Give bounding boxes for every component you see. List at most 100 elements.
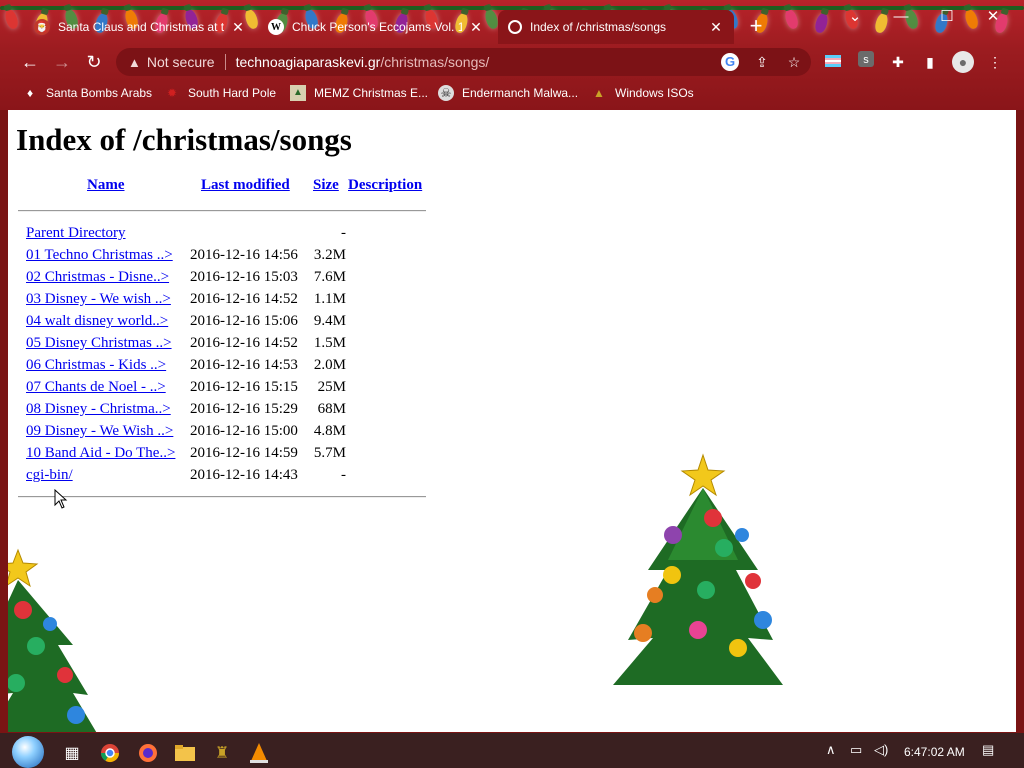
file-modified: 2016-12-16 14:43 — [190, 467, 298, 483]
side-panel-icon[interactable]: ▮ — [919, 51, 941, 73]
flag-icon — [825, 55, 841, 67]
parent-directory-link[interactable]: Parent Directory — [26, 225, 126, 242]
light-bulb-icon — [783, 7, 800, 31]
security-label[interactable]: Not secure — [147, 54, 215, 70]
browser-chrome: 🎅 Santa Claus and Christmas at the ✕ W C… — [0, 0, 1024, 110]
close-window-button[interactable]: ✕ — [970, 6, 1016, 28]
bookmark-santa-bombs-arabs[interactable]: ♦ Santa Bombs Arabs — [22, 84, 152, 102]
tab-search-chevron-icon[interactable]: ⌄ — [832, 6, 878, 28]
volume-icon[interactable]: ◁) — [874, 742, 888, 758]
bookmark-star-icon[interactable]: ☆ — [783, 51, 805, 73]
file-link[interactable]: 08 Disney - Christma..> — [26, 401, 171, 418]
file-size: 4.8M — [313, 423, 346, 439]
column-header-last-modified[interactable]: Last modified — [201, 177, 290, 194]
file-link[interactable]: 04 walt disney world..> — [26, 313, 168, 330]
christmas-tree-decoration-icon — [8, 548, 97, 732]
file-size: 9.4M — [313, 313, 346, 329]
network-icon[interactable]: ▭ — [850, 742, 862, 758]
column-header-name[interactable]: Name — [87, 177, 125, 194]
tab-close-icon[interactable]: ✕ — [708, 19, 724, 35]
address-bar[interactable]: ▲ Not secure technoagiaparaskevi.gr /chr… — [116, 48, 811, 76]
file-size: 1.1M — [313, 291, 346, 307]
file-link[interactable]: 02 Christmas - Disne..> — [26, 269, 169, 286]
firefox-icon[interactable] — [136, 741, 160, 765]
notification-icon[interactable]: ▤ — [982, 742, 994, 758]
tab-eccojams[interactable]: W Chuck Person's Eccojams Vol. 1 - ✕ — [258, 10, 494, 44]
minimize-button[interactable]: — — [878, 6, 924, 28]
bookmark-south-hard-pole[interactable]: ✹ South Hard Pole — [164, 84, 276, 102]
bookmark-memz-christmas[interactable]: ▲ MEMZ Christmas E... — [290, 84, 428, 102]
bookmark-label: South Hard Pole — [188, 86, 277, 100]
file-size: - — [341, 467, 346, 483]
system-clock[interactable]: 6:47:02 AM — [904, 745, 965, 759]
memz-icon: ▲ — [290, 85, 306, 101]
menu-icon[interactable]: ⋮ — [984, 51, 1006, 73]
game-icon[interactable]: ♜ — [210, 741, 234, 765]
vlc-icon[interactable] — [247, 741, 271, 765]
file-modified: 2016-12-16 15:15 — [190, 379, 298, 395]
file-link[interactable]: 10 Band Aid - Do The..> — [26, 445, 175, 462]
task-view-icon[interactable]: ▦ — [60, 741, 84, 765]
back-arrow-icon[interactable]: ← — [18, 50, 42, 74]
folder-icon — [175, 745, 195, 761]
share-icon[interactable]: ⇪ — [751, 51, 773, 73]
extension-s-icon[interactable]: s — [855, 51, 877, 73]
splat-icon: ✹ — [166, 86, 178, 100]
column-header-size[interactable]: Size — [313, 177, 339, 194]
url-path[interactable]: /christmas/songs/ — [380, 54, 489, 70]
file-link[interactable]: 07 Chants de Noel - ..> — [26, 379, 166, 396]
vlc-cone-icon — [250, 743, 268, 763]
file-modified: 2016-12-16 14:56 — [190, 247, 298, 263]
file-link[interactable]: 05 Disney Christmas ..> — [26, 335, 172, 352]
address-divider — [224, 54, 226, 70]
reload-icon[interactable]: ↻ — [82, 50, 106, 74]
windows-start-icon[interactable] — [12, 736, 44, 768]
tab-title: Chuck Person's Eccojams Vol. 1 - — [292, 20, 462, 34]
file-explorer-icon[interactable] — [173, 741, 197, 765]
warning-triangle-icon[interactable]: ▲ — [128, 55, 141, 70]
chrome-icon[interactable] — [98, 741, 122, 765]
file-link[interactable]: 09 Disney - We Wish ..> — [26, 423, 173, 440]
new-tab-button[interactable]: + — [744, 15, 768, 39]
file-modified: 2016-12-16 15:06 — [190, 313, 298, 329]
bookmarks-bar: ♦ Santa Bombs Arabs ✹ South Hard Pole ▲ … — [0, 80, 1024, 106]
tree-icon: ▲ — [593, 86, 605, 100]
santa-favicon-icon: 🎅 — [34, 19, 50, 35]
tab-index-christmas-songs[interactable]: Index of /christmas/songs ✕ — [498, 10, 734, 44]
christmas-tree-decoration-icon — [613, 453, 783, 685]
s-badge-icon: s — [858, 51, 874, 67]
bookmark-label: MEMZ Christmas E... — [314, 86, 429, 100]
column-header-description[interactable]: Description — [348, 177, 422, 194]
tab-santa-claus[interactable]: 🎅 Santa Claus and Christmas at the ✕ — [24, 10, 256, 44]
bomb-icon: ♦ — [26, 86, 34, 100]
forward-arrow-icon[interactable]: → — [50, 50, 74, 74]
file-link[interactable]: 03 Disney - We wish ..> — [26, 291, 171, 308]
file-size: 3.2M — [313, 247, 346, 263]
firefox-logo-icon — [139, 744, 157, 762]
light-bulb-icon — [813, 11, 830, 35]
google-lens-icon[interactable]: G — [721, 53, 739, 71]
tab-close-icon[interactable]: ✕ — [468, 19, 484, 35]
tab-title: Santa Claus and Christmas at the — [58, 20, 224, 34]
page-viewport: Index of /christmas/songs Name Last modi… — [8, 110, 1016, 732]
profile-icon[interactable]: ● — [952, 51, 974, 73]
extension-flag-icon[interactable] — [822, 51, 844, 73]
file-size: 1.5M — [313, 335, 346, 351]
maximize-button[interactable]: ☐ — [924, 6, 970, 28]
show-hidden-icons-icon[interactable]: ∧ — [826, 742, 836, 758]
file-modified: 2016-12-16 14:52 — [190, 291, 298, 307]
url-host[interactable]: technoagiaparaskevi.gr — [236, 54, 381, 70]
bookmark-windows-isos[interactable]: ▲ Windows ISOs — [591, 84, 694, 102]
file-modified: 2016-12-16 15:29 — [190, 401, 298, 417]
tab-close-icon[interactable]: ✕ — [230, 19, 246, 35]
file-link[interactable]: 06 Christmas - Kids ..> — [26, 357, 166, 374]
folder-link[interactable]: cgi-bin/ — [26, 467, 73, 484]
svg-text:s: s — [863, 54, 869, 66]
file-link[interactable]: 01 Techno Christmas ..> — [26, 247, 173, 264]
file-modified: 2016-12-16 15:00 — [190, 423, 298, 439]
file-modified: 2016-12-16 14:59 — [190, 445, 298, 461]
mouse-cursor-icon — [54, 489, 68, 509]
puzzle-icon[interactable]: ✚ — [887, 51, 909, 73]
bookmark-endermanch-malware[interactable]: ☠ Endermanch Malwa... — [438, 84, 578, 102]
bookmark-label: Endermanch Malwa... — [462, 86, 579, 100]
